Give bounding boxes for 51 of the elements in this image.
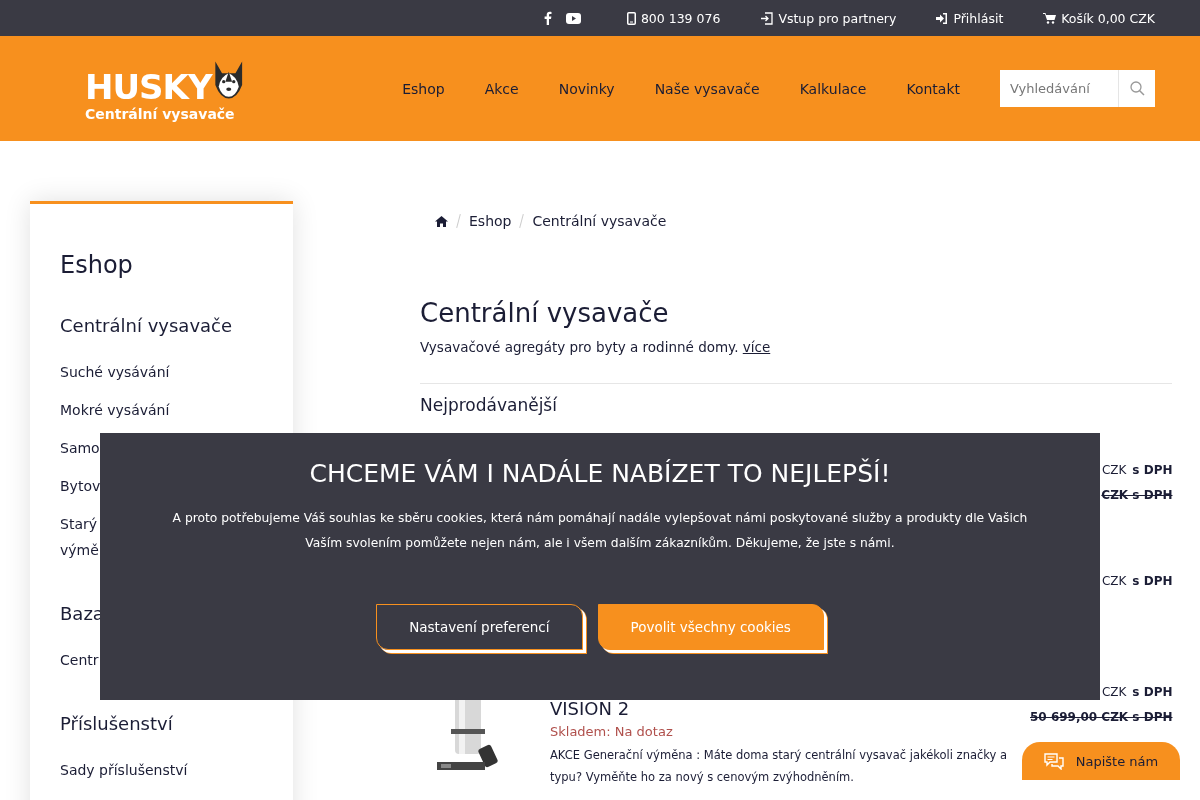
- nav-link[interactable]: Akce: [484, 80, 519, 97]
- home-icon[interactable]: [435, 215, 448, 227]
- sidebar-heading[interactable]: Centrální vysavače: [60, 314, 233, 338]
- nav-link[interactable]: Novinky: [558, 80, 615, 97]
- breadcrumb-link[interactable]: Eshop: [469, 213, 512, 229]
- logo-tagline: Centrální vysavače: [85, 105, 236, 122]
- cart-icon: [1043, 12, 1057, 24]
- phone-icon: [626, 11, 636, 25]
- stock-status: Skladem: Na dotaz: [550, 723, 673, 741]
- search-icon: [1129, 81, 1145, 96]
- sidebar-item[interactable]: Suché vysávání: [60, 364, 170, 380]
- chat-button[interactable]: Napište nám: [1022, 742, 1180, 780]
- sidebar-item[interactable]: Centr: [60, 652, 99, 668]
- sign-in-icon: [760, 11, 774, 25]
- partner-login-link[interactable]: Vstup pro partnery: [760, 10, 897, 26]
- sidebar-item[interactable]: Starý výmě: [60, 516, 99, 558]
- search-field[interactable]: Vyhledávání: [1000, 70, 1118, 107]
- phone-link[interactable]: 800 139 076: [626, 10, 721, 26]
- category-description: Vysavačové agregáty pro byty a rodinné domy. více: [420, 338, 772, 357]
- sidebar-item[interactable]: Sady příslušenství: [60, 762, 188, 778]
- nav-link[interactable]: Kontakt: [906, 80, 960, 97]
- breadcrumb-link[interactable]: Centrální vysavače: [532, 213, 667, 229]
- product-description: AKCE Generační výměna : Máte doma starý centrální vysavač jakékoli značky a typu? Vyměňte ho za nový s cenovým zvýhodněním.: [550, 747, 1009, 786]
- tax-label: s DPH: [1132, 573, 1173, 589]
- old-price: 50 699,00 CZK s DPH: [1030, 709, 1173, 725]
- sidebar-item[interactable]: Mokré vysávání: [60, 402, 170, 418]
- sidebar-heading[interactable]: Příslušenství: [60, 712, 173, 736]
- nav-link[interactable]: Naše vysavače: [654, 80, 760, 97]
- cart-link[interactable]: Košík 0,00 CZK: [1043, 10, 1155, 26]
- more-link[interactable]: více: [742, 339, 771, 355]
- login-link[interactable]: Přihlásit: [936, 10, 1004, 26]
- price: CZK: [1101, 462, 1127, 478]
- old-price: CZK s DPH: [1101, 487, 1173, 503]
- price: CZK: [1101, 573, 1127, 589]
- sign-in-icon: [936, 12, 949, 24]
- cookie-title: CHCEME VÁM I NADÁLE NABÍZET TO NEJLEPŠÍ!: [309, 459, 891, 488]
- tax-label: s DPH: [1132, 462, 1173, 478]
- sidebar-title: Eshop: [60, 250, 133, 280]
- page-title: Centrální vysavače: [420, 297, 670, 329]
- nav-link[interactable]: Eshop: [402, 80, 445, 97]
- chat-icon: [1043, 752, 1064, 770]
- nav-link[interactable]: Kalkulace: [799, 80, 867, 97]
- section-title: Nejprodávanější: [420, 394, 558, 416]
- sidebar-item[interactable]: Bytov: [60, 478, 101, 494]
- facebook-icon[interactable]: [543, 11, 552, 25]
- tax-label: s DPH: [1132, 684, 1173, 700]
- cookie-text: A proto potřebujeme Váš souhlas ke sběru cookies, která nám pomáhají nadále vylepšovat námi poskytované služby a produkty dle Vašich Vaším svolením pomůžete nejen nám, ale i všem dalším zákazníkům. Děkujeme, že jste s námi.: [172, 510, 1028, 552]
- price: CZK: [1101, 684, 1127, 700]
- product-name[interactable]: VISION 2: [550, 698, 630, 720]
- sidebar-item[interactable]: Samo: [60, 440, 100, 456]
- youtube-icon[interactable]: [565, 12, 581, 24]
